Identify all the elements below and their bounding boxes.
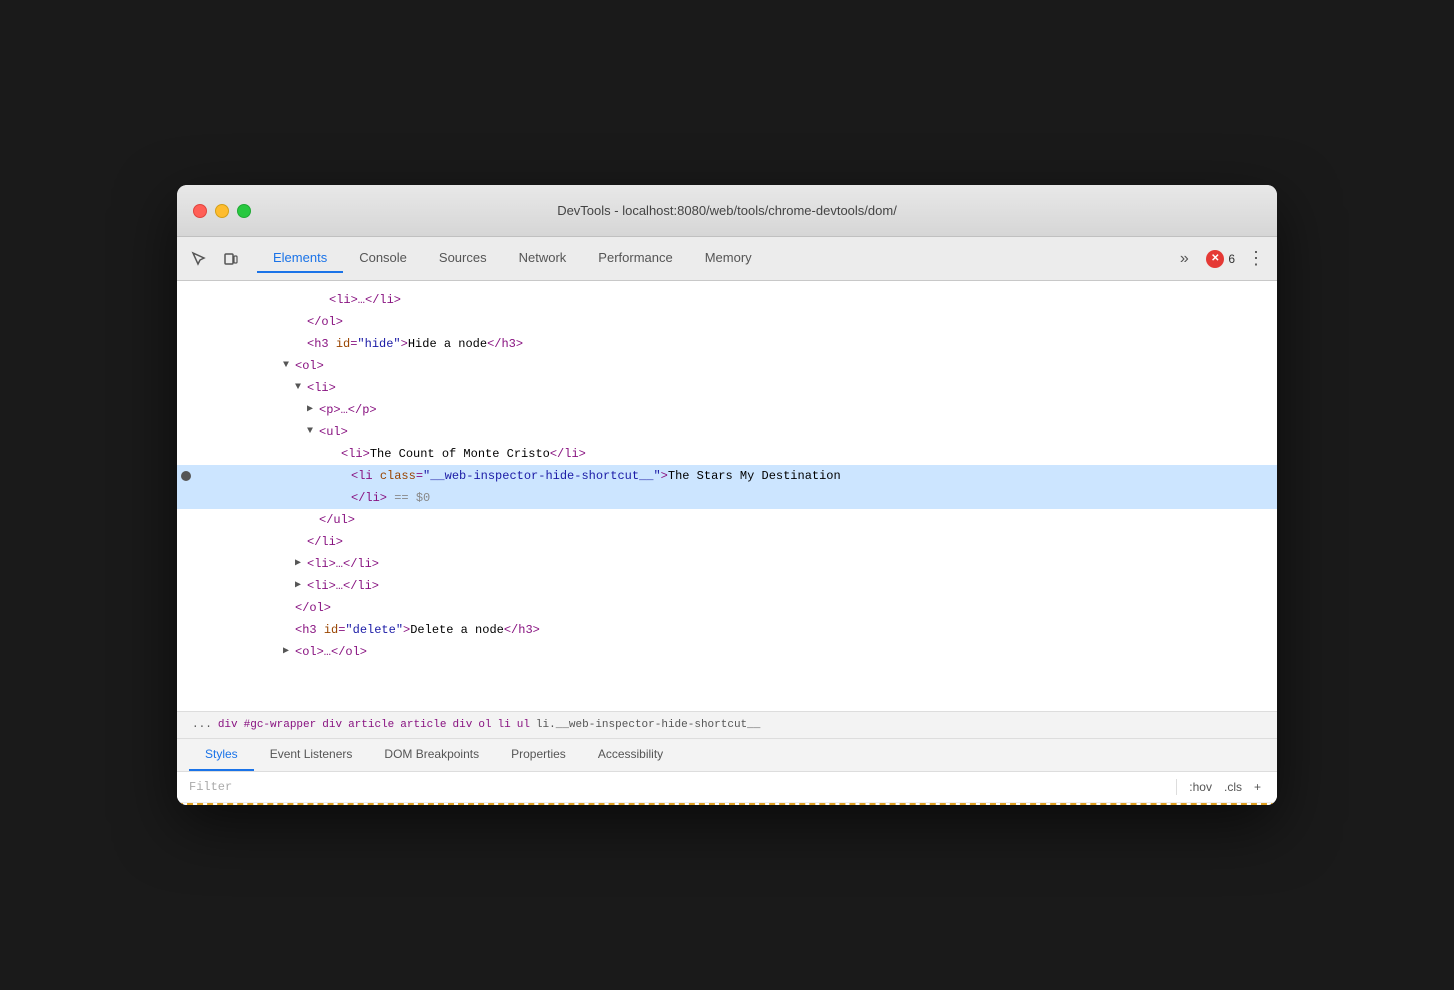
bottom-panel: Styles Event Listeners DOM Breakpoints P… — [177, 739, 1277, 805]
dom-line[interactable]: <li>…</li> — [177, 553, 1277, 575]
traffic-lights — [193, 204, 251, 218]
triangle-icon[interactable] — [307, 399, 319, 421]
breadcrumb-item[interactable]: ul — [514, 718, 533, 732]
triangle-icon[interactable] — [295, 575, 307, 597]
dom-line[interactable]: <ol>…</ol> — [177, 641, 1277, 663]
bottom-tabs: Styles Event Listeners DOM Breakpoints P… — [177, 739, 1277, 772]
breadcrumb-item-active[interactable]: li.__web-inspector-hide-shortcut__ — [533, 718, 763, 732]
dom-line[interactable]: </ol> — [177, 597, 1277, 619]
dom-view: <li>…</li> </ol> <h3 id="hide">Hide a no… — [177, 281, 1277, 711]
tab-styles[interactable]: Styles — [189, 739, 254, 771]
dom-line[interactable]: <h3 id="delete">Delete a node</h3> — [177, 619, 1277, 641]
error-badge: ✕ 6 — [1206, 250, 1235, 268]
triangle-icon[interactable] — [283, 355, 295, 377]
dom-line-selected[interactable]: <li class="__web-inspector-hide-shortcut… — [177, 465, 1277, 487]
maximize-button[interactable] — [237, 204, 251, 218]
tab-performance[interactable]: Performance — [582, 244, 688, 273]
cls-button[interactable]: .cls — [1220, 778, 1246, 796]
triangle-icon[interactable] — [283, 641, 295, 663]
error-circle: ✕ — [1206, 250, 1224, 268]
dom-line-selected-cont[interactable]: </li> == $0 — [177, 487, 1277, 509]
titlebar: DevTools - localhost:8080/web/tools/chro… — [177, 185, 1277, 237]
breadcrumb: ... div #gc-wrapper div article article … — [177, 711, 1277, 739]
tab-event-listeners[interactable]: Event Listeners — [254, 739, 369, 771]
tab-accessibility[interactable]: Accessibility — [582, 739, 679, 771]
dom-line[interactable]: <li>The Count of Monte Cristo</li> — [177, 443, 1277, 465]
dashed-divider — [177, 803, 1277, 805]
minimize-button[interactable] — [215, 204, 229, 218]
tab-network[interactable]: Network — [503, 244, 583, 273]
window-title: DevTools - localhost:8080/web/tools/chro… — [557, 203, 897, 218]
triangle-icon[interactable] — [295, 377, 307, 399]
close-button[interactable] — [193, 204, 207, 218]
settings-kebab-button[interactable]: ⋮ — [1243, 244, 1269, 273]
dom-line[interactable]: <ul> — [177, 421, 1277, 443]
filter-input[interactable] — [189, 780, 1168, 794]
breadcrumb-item[interactable]: article — [345, 718, 397, 732]
dom-line[interactable]: </li> — [177, 531, 1277, 553]
tab-console[interactable]: Console — [343, 244, 423, 273]
dom-line[interactable]: <p>…</p> — [177, 399, 1277, 421]
tab-dom-breakpoints[interactable]: DOM Breakpoints — [368, 739, 495, 771]
toolbar-right: » ✕ 6 ⋮ — [1170, 244, 1269, 273]
breakpoint-dot — [181, 471, 191, 481]
more-tabs-button[interactable]: » — [1170, 245, 1198, 273]
error-count: 6 — [1228, 252, 1235, 266]
filter-divider — [1176, 779, 1177, 795]
main-content: <li>…</li> </ol> <h3 id="hide">Hide a no… — [177, 281, 1277, 805]
breadcrumb-item[interactable]: div — [319, 718, 345, 732]
filter-bar: :hov .cls + — [177, 772, 1277, 803]
breadcrumb-item[interactable]: #gc-wrapper — [241, 718, 320, 732]
dom-content: <li>…</li> </ol> <h3 id="hide">Hide a no… — [177, 281, 1277, 671]
add-style-button[interactable]: + — [1250, 778, 1265, 796]
dom-line[interactable]: <ol> — [177, 355, 1277, 377]
dom-line[interactable]: <li>…</li> — [177, 575, 1277, 597]
hov-button[interactable]: :hov — [1185, 778, 1216, 796]
toolbar: Elements Console Sources Network Perform… — [177, 237, 1277, 281]
filter-actions: :hov .cls + — [1185, 778, 1265, 796]
dom-line[interactable]: <li>…</li> — [177, 289, 1277, 311]
tab-elements[interactable]: Elements — [257, 244, 343, 273]
main-tabs: Elements Console Sources Network Perform… — [257, 244, 1166, 273]
dom-line[interactable]: <li> — [177, 377, 1277, 399]
device-toolbar-button[interactable] — [217, 245, 245, 273]
dom-line[interactable]: </ul> — [177, 509, 1277, 531]
breadcrumb-item[interactable]: li — [495, 718, 514, 732]
tab-sources[interactable]: Sources — [423, 244, 503, 273]
toolbar-icons — [185, 245, 245, 273]
dom-line[interactable]: </ol> — [177, 311, 1277, 333]
breadcrumb-item[interactable]: div — [215, 718, 241, 732]
breadcrumb-item[interactable]: article — [397, 718, 449, 732]
inspect-element-button[interactable] — [185, 245, 213, 273]
dom-line[interactable]: <h3 id="hide">Hide a node</h3> — [177, 333, 1277, 355]
devtools-window: DevTools - localhost:8080/web/tools/chro… — [177, 185, 1277, 805]
breadcrumb-item[interactable]: div — [450, 718, 476, 732]
tab-memory[interactable]: Memory — [689, 244, 768, 273]
breadcrumb-item[interactable]: ... — [189, 718, 215, 732]
triangle-icon[interactable] — [295, 553, 307, 575]
triangle-icon[interactable] — [307, 421, 319, 443]
tab-properties[interactable]: Properties — [495, 739, 582, 771]
breadcrumb-item[interactable]: ol — [475, 718, 494, 732]
